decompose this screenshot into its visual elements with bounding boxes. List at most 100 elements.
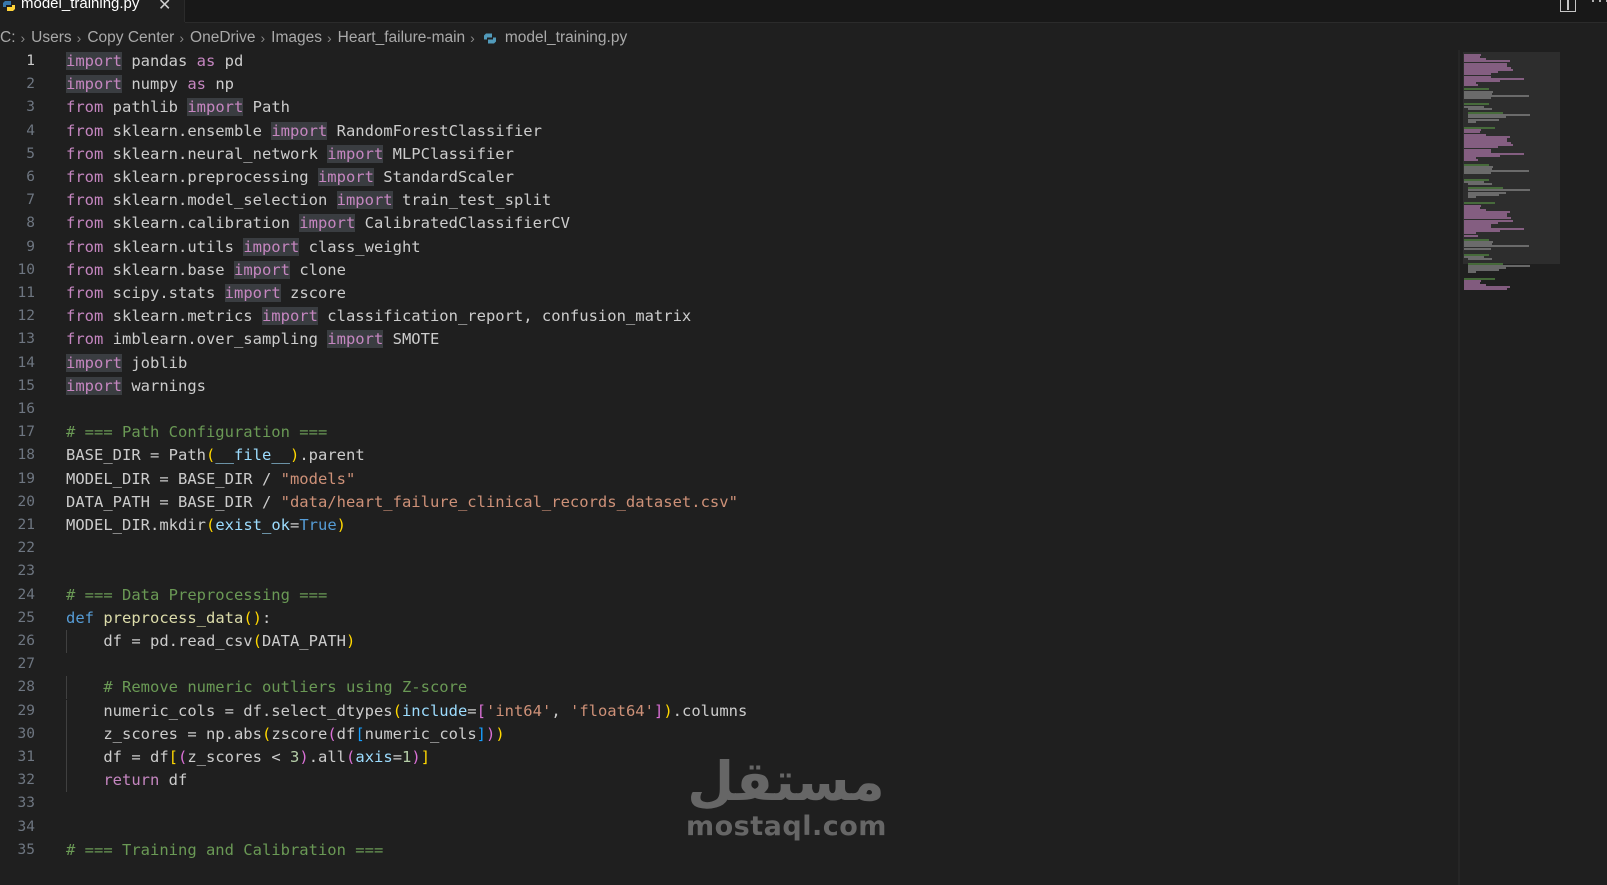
line-number: 21 [17, 517, 35, 533]
code-line[interactable]: 8 from sklearn.calibration import Calibra… [0, 212, 1460, 235]
code-token: axis [355, 748, 393, 766]
code-token: () [243, 608, 262, 627]
code-line[interactable]: 10 from sklearn.base import clone [0, 259, 1460, 282]
breadcrumb-item[interactable]: OneDrive [190, 29, 255, 47]
split-editor-icon[interactable] [1560, 0, 1576, 12]
code-token: scipy.stats [103, 284, 225, 302]
code-line[interactable]: 2 import numpy as np [0, 73, 1460, 96]
code-token: train_test_split [392, 191, 552, 210]
line-number: 29 [17, 702, 35, 719]
code-token: z_scores = np.abs [66, 724, 262, 743]
code-token: import [243, 237, 300, 256]
code-token: class_weight [299, 237, 421, 256]
code-line[interactable]: 7 from sklearn.model_selection import tra… [0, 189, 1460, 212]
breadcrumb-item[interactable]: Copy Center [87, 29, 174, 47]
code-text: import numpy as np [66, 73, 234, 96]
breadcrumb-item[interactable]: C: [0, 29, 16, 47]
code-line[interactable]: 16 [0, 398, 1460, 421]
code-line[interactable]: 9 from sklearn.utils import class_weight [0, 236, 1460, 259]
code-line[interactable]: 22 [0, 537, 1460, 560]
code-token: from [66, 307, 104, 326]
code-token: ) [345, 632, 356, 650]
code-token: import [317, 168, 374, 186]
code-token: MODEL_DIR = BASE_DIR / [66, 469, 281, 488]
code-token: = [467, 701, 477, 720]
code-token: import [261, 307, 318, 326]
code-line[interactable]: 17 # === Path Configuration === [0, 421, 1460, 444]
code-text: from sklearn.ensemble import RandomFores… [66, 120, 542, 143]
code-line[interactable]: 21 MODEL_DIR.mkdir(exist_ok=True) [0, 514, 1460, 537]
code-text: from scipy.stats import zscore [66, 282, 346, 305]
breadcrumb-item[interactable]: Images [271, 29, 322, 47]
code-line[interactable]: 29 numeric_cols = df.select_dtypes(inclu… [0, 699, 1460, 723]
code-text: numeric_cols = df.select_dtypes(include=… [66, 700, 747, 723]
close-icon[interactable]: ✕ [158, 0, 171, 15]
code-text: import joblib [66, 352, 187, 375]
code-token: ) [411, 748, 421, 766]
more-actions-icon[interactable]: ··· [1590, 0, 1607, 11]
code-token: def [66, 608, 94, 627]
code-token: .parent [299, 446, 365, 465]
code-line[interactable]: 6 from sklearn.preprocessing import Stand… [0, 166, 1460, 189]
code-line[interactable]: 14 import joblib [0, 352, 1460, 375]
code-token: = [392, 748, 403, 766]
code-token: from [66, 237, 104, 256]
code-token: joblib [122, 353, 188, 372]
code-token: from [66, 191, 104, 210]
code-text: from sklearn.utils import class_weight [66, 236, 421, 259]
code-text: # Remove numeric outliers using Z-score [66, 676, 467, 699]
breadcrumb-item[interactable]: Heart_failure-main [338, 29, 466, 47]
chevron-right-icon: › [20, 30, 26, 46]
code-line[interactable]: 19 MODEL_DIR = BASE_DIR / "models" [0, 468, 1460, 491]
breadcrumb-item[interactable]: Users [31, 29, 71, 47]
tab-model-training[interactable]: model_training.py ✕ [0, 0, 185, 23]
line-number: 33 [17, 795, 35, 812]
code-line[interactable]: 12 from sklearn.metrics import classifica… [0, 305, 1460, 328]
code-line[interactable]: 24 # === Data Preprocessing === [0, 584, 1460, 607]
code-token: from [66, 284, 104, 302]
code-line[interactable]: 20 DATA_PATH = BASE_DIR / "data/heart_fai… [0, 491, 1460, 514]
code-line[interactable]: 23 [0, 560, 1460, 583]
code-text: z_scores = np.abs(zscore(df[numeric_cols… [66, 723, 504, 746]
code-line[interactable]: 1 import pandas as pd [0, 50, 1460, 73]
code-token: True [299, 516, 337, 534]
code-token: zscore [280, 284, 346, 302]
code-line[interactable]: 18 BASE_DIR = Path(__file__).parent [0, 444, 1460, 467]
minimap[interactable] [1460, 50, 1607, 885]
code-token: preprocess_data [103, 608, 244, 627]
code-line[interactable]: 4 from sklearn.ensemble import RandomFore… [0, 120, 1460, 143]
code-line[interactable]: 30 z_scores = np.abs(zscore(df[numeric_c… [0, 722, 1460, 746]
code-line[interactable]: 25 def preprocess_data(): [0, 607, 1460, 630]
code-line[interactable]: 3 from pathlib import Path [0, 96, 1460, 119]
code-token: RandomForestClassifier [327, 121, 542, 140]
code-token: include [401, 701, 468, 720]
code-line[interactable]: 27 [0, 653, 1460, 676]
code-token: : [262, 608, 272, 627]
code-token: z_scores < [187, 748, 290, 766]
code-line[interactable]: 26 df = pd.read_csv(DATA_PATH) [0, 630, 1460, 653]
code-token: import [327, 144, 384, 163]
chevron-right-icon: › [179, 30, 185, 46]
code-token: import [66, 52, 122, 70]
breadcrumb-file[interactable]: model_training.py [505, 29, 627, 47]
code-line[interactable]: 11 from scipy.stats import zscore [0, 282, 1460, 305]
line-number: 20 [17, 493, 35, 510]
line-number: 30 [17, 725, 35, 742]
minimap-line [1464, 247, 1491, 250]
code-token: ) [336, 516, 346, 534]
code-line[interactable]: 13 from imblearn.over_sampling import SMO… [0, 328, 1460, 351]
code-token: ) [663, 701, 673, 720]
line-number: 2 [26, 76, 35, 93]
code-token: [ [355, 724, 365, 743]
code-token: sklearn.calibration [103, 214, 300, 233]
code-token: numeric_cols [364, 724, 477, 743]
code-text: return df [66, 769, 187, 792]
code-token: import [66, 353, 122, 372]
code-line[interactable]: 28 # Remove numeric outliers using Z-sco… [0, 676, 1460, 700]
code-token: # Remove numeric outliers using Z-score [103, 678, 468, 697]
code-line[interactable]: 5 from sklearn.neural_network import MLPC… [0, 143, 1460, 166]
code-line[interactable]: 15 import warnings [0, 375, 1460, 398]
code-token: import [224, 284, 281, 302]
breadcrumb: C: › Users › Copy Center › OneDrive › Images › Hea… [0, 26, 627, 50]
line-number: 11 [17, 285, 35, 301]
